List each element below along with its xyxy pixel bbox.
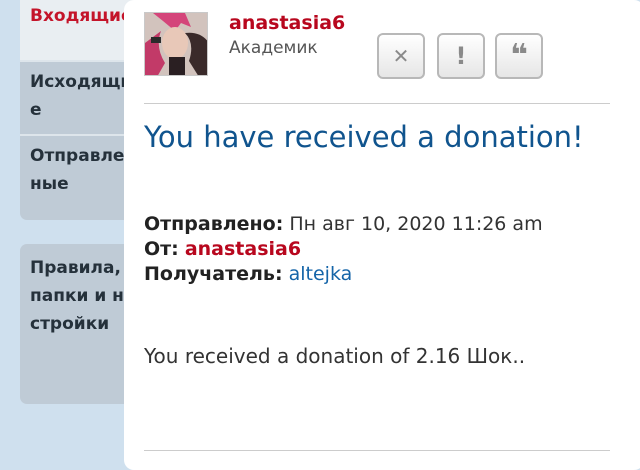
nav-outbox-label: Исходящие [30, 72, 133, 120]
message-meta: Отправлено: Пн авг 10, 2020 11:26 am От:… [144, 212, 594, 287]
exclamation-icon: ! [455, 42, 467, 70]
nav-inbox-label: Входящие [30, 6, 133, 26]
user-rank: Академик [229, 38, 318, 58]
quote-button[interactable]: ❝ [495, 33, 543, 79]
post-author[interactable]: anastasia6 [229, 12, 345, 34]
recipient-user-link[interactable]: altejka [289, 263, 353, 285]
delete-button[interactable]: ✕ [377, 33, 425, 79]
recipient-line: Получатель: altejka [144, 262, 594, 287]
message-body: You received a donation of 2.16 Шок.. [144, 344, 526, 368]
sent-label: Отправлено: [144, 213, 284, 235]
message-title: You have received a donation! [144, 120, 584, 154]
from-user-link[interactable]: anastasia6 [185, 238, 301, 260]
from-line: От: anastasia6 [144, 237, 594, 262]
avatar-image [145, 13, 207, 75]
nav-sent-label: Отправленные [30, 146, 137, 194]
report-button[interactable]: ! [437, 33, 485, 79]
close-icon: ✕ [392, 44, 410, 68]
avatar[interactable] [144, 12, 208, 76]
from-label: От: [144, 238, 179, 260]
sent-value: Пн авг 10, 2020 11:26 am [289, 213, 543, 235]
footer-divider [144, 450, 610, 451]
recipient-label: Получатель: [144, 263, 283, 285]
header-divider [144, 103, 610, 104]
quote-icon: ❝ [510, 38, 528, 73]
sent-line: Отправлено: Пн авг 10, 2020 11:26 am [144, 212, 594, 237]
nav-rules-label: Правила, папки и настройки [30, 258, 136, 334]
